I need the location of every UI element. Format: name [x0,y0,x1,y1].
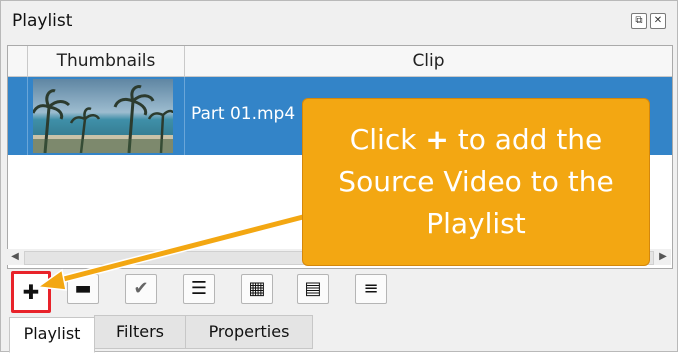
callout-line-2: Source Video to the [338,165,614,198]
callout-plus-symbol: + [425,123,449,156]
tutorial-callout: Click + to add the Source Video to the P… [302,98,650,266]
callout-line-3: Playlist [426,207,526,240]
callout-line-1: Click + to add the [349,123,603,156]
callout-text: Click + to add the Source Video to the P… [303,119,649,245]
